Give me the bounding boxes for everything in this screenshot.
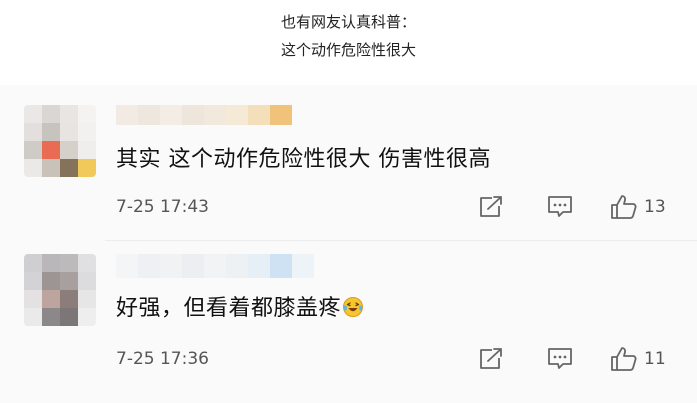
timestamp: 7-25 17:43 bbox=[116, 197, 209, 217]
timestamp: 7-25 17:36 bbox=[116, 349, 209, 369]
comment-item: 其实 这个动作危险性很大 伤害性很高 7-25 17:43 13 bbox=[0, 85, 697, 235]
like-count: 11 bbox=[644, 349, 666, 369]
comment-meta: 7-25 17:36 11 bbox=[116, 346, 676, 372]
share-button[interactable] bbox=[478, 194, 504, 220]
comment-button[interactable] bbox=[546, 346, 574, 372]
comment-meta: 7-25 17:43 13 bbox=[116, 194, 676, 220]
comment-text: 好强，但看着都膝盖疼 bbox=[116, 294, 364, 324]
like-button[interactable]: 11 bbox=[610, 346, 666, 372]
avatar[interactable] bbox=[24, 254, 96, 326]
comment-item: 好强，但看着都膝盖疼 7-25 17:36 11 bbox=[0, 242, 697, 392]
avatar[interactable] bbox=[24, 105, 96, 177]
comment-list: 其实 这个动作危险性很大 伤害性很高 7-25 17:43 13 好强，但看着都… bbox=[0, 85, 697, 403]
username[interactable] bbox=[116, 254, 314, 278]
username[interactable] bbox=[116, 105, 292, 125]
caption-line-2: 这个动作危险性很大 bbox=[280, 41, 416, 59]
thumbs-up-icon bbox=[611, 347, 637, 371]
comment-icon bbox=[548, 196, 572, 217]
like-button[interactable]: 13 bbox=[610, 194, 666, 220]
divider bbox=[105, 240, 697, 241]
comment-button[interactable] bbox=[546, 194, 574, 220]
caption-line-1: 也有网友认真科普： bbox=[280, 13, 416, 31]
share-icon bbox=[480, 348, 502, 369]
comment-icon bbox=[548, 348, 572, 369]
comment-text: 其实 这个动作危险性很大 伤害性很高 bbox=[116, 147, 491, 172]
share-icon bbox=[480, 196, 502, 217]
laughing-crying-face-icon bbox=[343, 297, 364, 317]
like-count: 13 bbox=[644, 197, 666, 217]
share-button[interactable] bbox=[478, 346, 504, 372]
comment-text-content: 好强，但看着都膝盖疼 bbox=[116, 296, 342, 321]
thumbs-up-icon bbox=[611, 195, 637, 219]
